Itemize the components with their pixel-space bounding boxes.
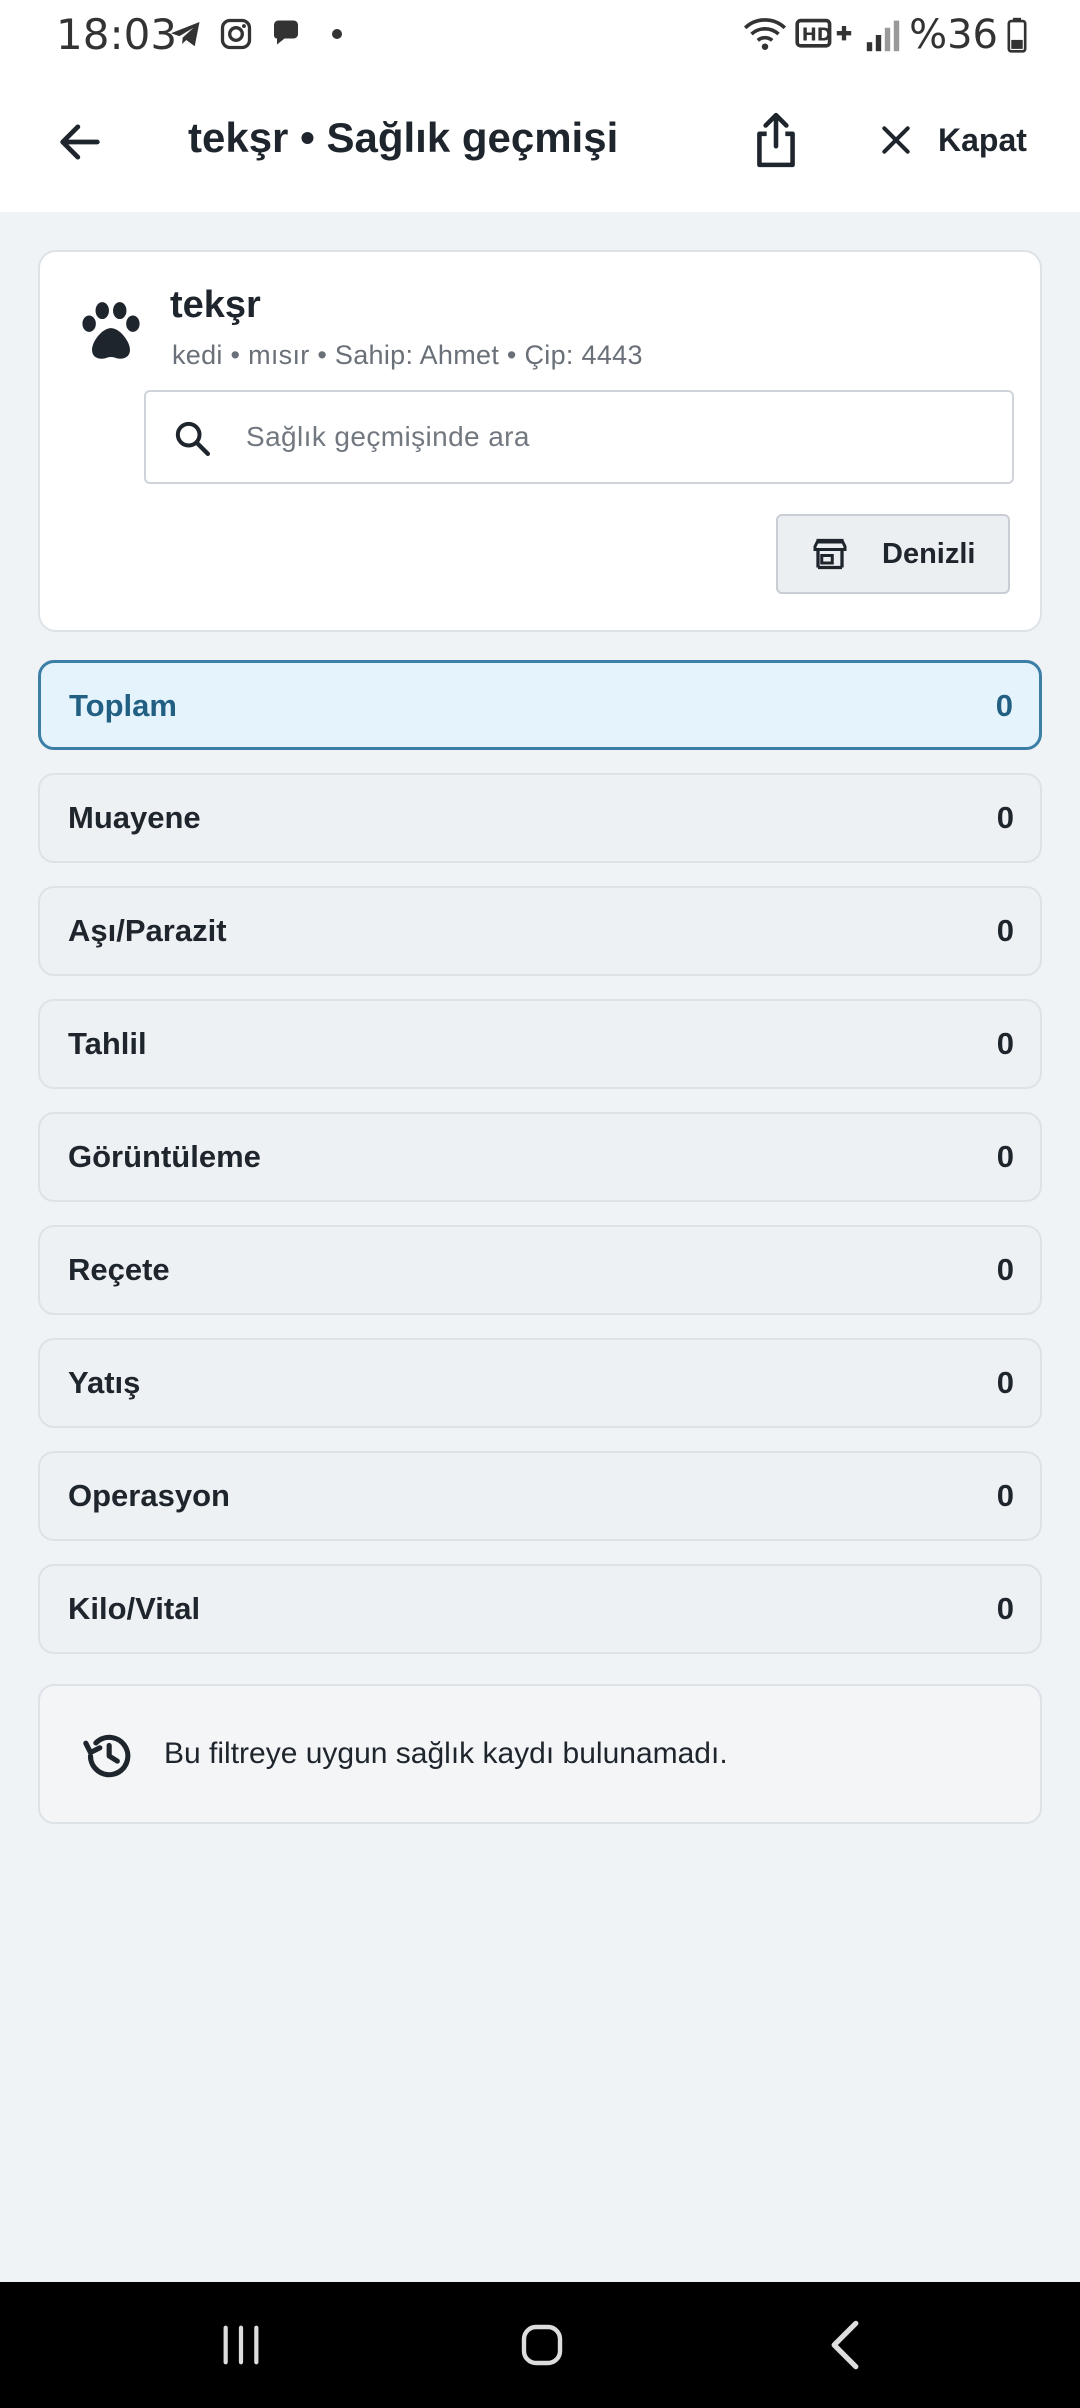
- battery-icon: [1007, 17, 1027, 53]
- page-title: tekşr • Sağlık geçmişi: [188, 114, 619, 161]
- recent-apps-icon: [223, 2325, 259, 2365]
- filter-label: Muayene: [68, 800, 201, 835]
- filter-count: 0: [996, 1365, 1014, 1400]
- filter-count: 0: [996, 800, 1014, 835]
- pet-info-card: tekşr kedi • mısır • Sahip: Ahmet • Çip:…: [38, 250, 1042, 632]
- svg-text:HD: HD: [802, 24, 832, 45]
- filter-label: Kilo/Vital: [68, 1591, 201, 1626]
- filter-asi-parazit[interactable]: Aşı/Parazit 0: [38, 886, 1042, 976]
- system-navigation-bar: [0, 2282, 1080, 2408]
- filter-label: Operasyon: [68, 1478, 230, 1513]
- store-label: Denizli: [882, 537, 976, 570]
- hd-plus-icon: HD: [795, 18, 852, 48]
- wifi-icon: [744, 18, 787, 50]
- chevron-left-icon: [831, 2320, 859, 2370]
- filter-label: Aşı/Parazit: [68, 913, 227, 948]
- notification-icons: [168, 16, 342, 52]
- history-icon: [83, 1734, 131, 1778]
- instagram-icon: [220, 18, 252, 50]
- recent-apps-button[interactable]: [206, 2310, 276, 2380]
- filter-label: Görüntüleme: [68, 1139, 261, 1174]
- close-label: Kapat: [938, 121, 1027, 158]
- search-field[interactable]: [144, 390, 1014, 484]
- store-icon: [813, 538, 847, 570]
- battery-level: %36: [909, 12, 998, 58]
- filter-operasyon[interactable]: Operasyon 0: [38, 1451, 1042, 1541]
- empty-state: Bu filtreye uygun sağlık kaydı bulunamad…: [38, 1684, 1042, 1824]
- store-button[interactable]: Denizli: [776, 514, 1010, 594]
- filter-count: 0: [996, 1139, 1014, 1174]
- close-button[interactable]: Kapat: [866, 102, 1037, 178]
- filter-tahlil[interactable]: Tahlil 0: [38, 999, 1042, 1089]
- filter-count: 0: [996, 1252, 1014, 1287]
- filter-count: 0: [996, 1478, 1014, 1513]
- filter-muayene[interactable]: Muayene 0: [38, 773, 1042, 863]
- paw-icon: [82, 302, 140, 359]
- more-notifications-dot: [332, 29, 342, 39]
- telegram-icon: [171, 22, 200, 47]
- filter-label: Yatış: [68, 1365, 141, 1400]
- filter-label: Tahlil: [68, 1026, 147, 1061]
- status-bar: 18:03 HD %36: [0, 0, 1080, 74]
- filter-yatis[interactable]: Yatış 0: [38, 1338, 1042, 1428]
- close-icon: [882, 126, 910, 154]
- arrow-back-icon: [60, 124, 100, 160]
- pet-name: tekşr: [170, 284, 261, 326]
- status-time: 18:03: [56, 10, 178, 59]
- search-input[interactable]: [246, 392, 986, 482]
- filter-toplam[interactable]: Toplam 0: [38, 660, 1042, 750]
- filter-count: 0: [996, 913, 1014, 948]
- app-bar: tekşr • Sağlık geçmişi Kapat: [0, 74, 1080, 212]
- filter-count: 0: [996, 1026, 1014, 1061]
- empty-message: Bu filtreye uygun sağlık kaydı bulunamad…: [164, 1737, 728, 1770]
- filter-label: Reçete: [68, 1252, 170, 1287]
- signal-icon: [866, 20, 900, 52]
- home-icon: [521, 2324, 563, 2366]
- chat-bubble-icon: [274, 20, 298, 45]
- system-status-icons: HD %36: [743, 12, 1028, 58]
- filter-count: 0: [995, 688, 1013, 723]
- filter-kilo-vital[interactable]: Kilo/Vital 0: [38, 1564, 1042, 1654]
- share-icon: [757, 112, 795, 168]
- filter-count: 0: [996, 1591, 1014, 1626]
- filter-goruntuleme[interactable]: Görüntüleme 0: [38, 1112, 1042, 1202]
- share-button[interactable]: [740, 100, 812, 180]
- home-button[interactable]: [507, 2310, 577, 2380]
- back-nav-button[interactable]: [810, 2310, 880, 2380]
- filter-label: Toplam: [69, 688, 177, 723]
- back-button[interactable]: [44, 106, 116, 178]
- search-icon: [175, 421, 210, 456]
- filter-recete[interactable]: Reçete 0: [38, 1225, 1042, 1315]
- pet-details: kedi • mısır • Sahip: Ahmet • Çip: 4443: [172, 340, 643, 370]
